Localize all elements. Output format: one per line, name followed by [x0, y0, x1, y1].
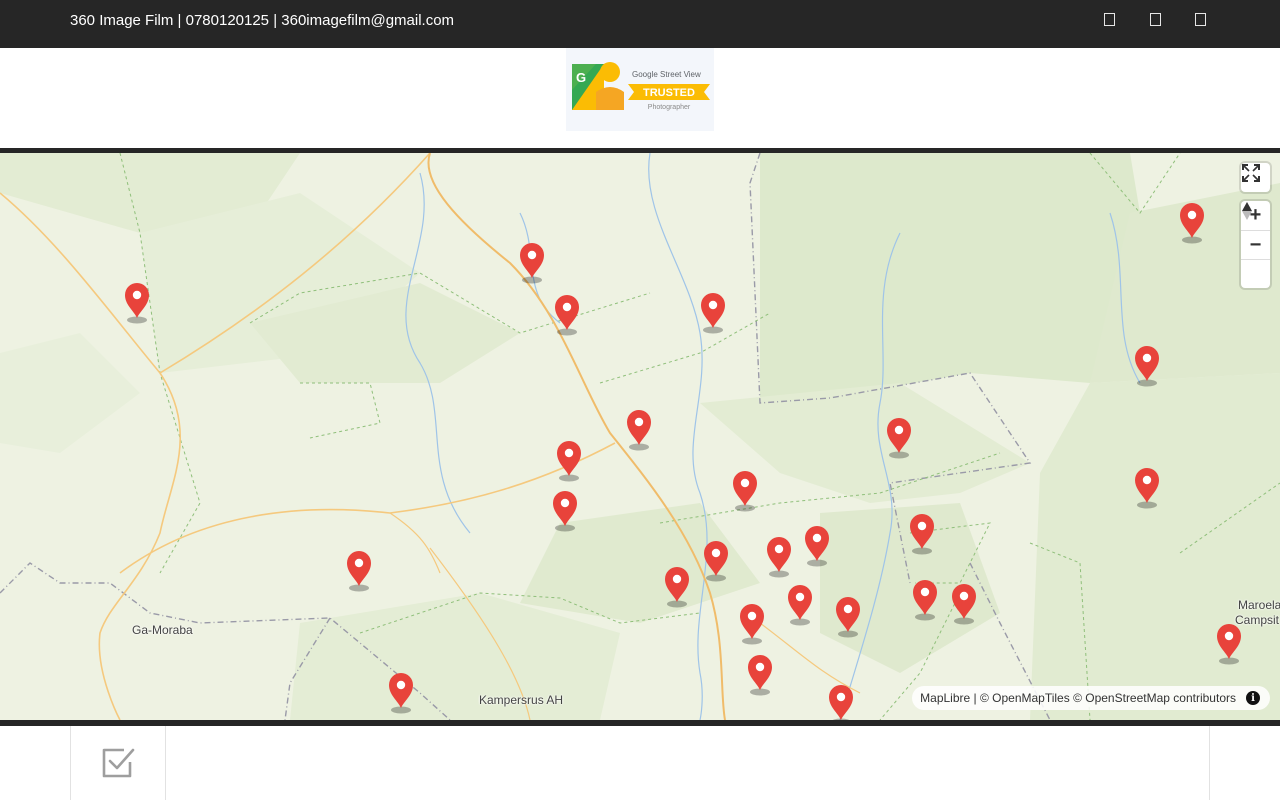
- social-icon-3[interactable]: [1195, 13, 1206, 26]
- contact-info: 360 Image Film | 0780120125 | 360imagefi…: [70, 12, 455, 29]
- map-marker-pin-icon[interactable]: [740, 604, 764, 645]
- badge-ribbon: TRUSTED: [643, 87, 695, 99]
- map-marker-pin-icon[interactable]: [347, 551, 371, 592]
- map-marker-pin-icon[interactable]: [767, 537, 791, 578]
- svg-text:G: G: [576, 70, 586, 85]
- minus-icon: −: [1249, 233, 1262, 256]
- map-attribution: MapLibre | © OpenMapTiles © OpenStreetMa…: [912, 686, 1270, 710]
- compass-icon: [1242, 202, 1252, 220]
- map-marker-pin-icon[interactable]: [125, 283, 149, 324]
- top-bar: 360 Image Film | 0780120125 | 360imagefi…: [0, 0, 1280, 48]
- map-marker-pin-icon[interactable]: [788, 585, 812, 626]
- place-label-maroela: Maroela: [1238, 598, 1280, 612]
- social-icon-2[interactable]: [1150, 13, 1161, 26]
- column-divider: [70, 726, 71, 800]
- map-canvas[interactable]: Ga-Moraba Kampersrus AH Maroela Campsit …: [0, 153, 1280, 720]
- checkbox-icon: [102, 748, 135, 778]
- street-view-logo-icon: G Google Street View TRUSTED Photographe…: [572, 62, 710, 111]
- badge-brand: Google Street View: [632, 70, 701, 79]
- logo-area: G Google Street View TRUSTED Photographe…: [0, 48, 1280, 148]
- fullscreen-control: [1241, 163, 1270, 192]
- map-marker-pin-icon[interactable]: [829, 685, 853, 720]
- navigation-control: + −: [1241, 201, 1270, 288]
- column-divider: [1209, 726, 1210, 800]
- place-label-campsite: Campsit: [1235, 613, 1280, 627]
- column-divider: [165, 726, 166, 800]
- badge-subtitle: Photographer: [648, 104, 691, 111]
- fullscreen-button[interactable]: [1241, 163, 1270, 192]
- content-strip: [0, 726, 1280, 800]
- map-frame: Ga-Moraba Kampersrus AH Maroela Campsit …: [0, 148, 1280, 726]
- info-icon[interactable]: i: [1246, 691, 1260, 705]
- map-marker-pin-icon[interactable]: [557, 441, 581, 482]
- zoom-out-button[interactable]: −: [1241, 230, 1270, 259]
- social-icon-1[interactable]: [1104, 13, 1115, 26]
- map-marker-pin-icon[interactable]: [733, 471, 757, 512]
- map-marker-pin-icon[interactable]: [748, 655, 772, 696]
- map-marker-pin-icon[interactable]: [701, 293, 725, 334]
- fullscreen-icon: [1242, 164, 1260, 182]
- place-label-ga-moraba: Ga-Moraba: [132, 623, 193, 637]
- map-marker-pin-icon[interactable]: [627, 410, 651, 451]
- reset-north-button[interactable]: [1241, 202, 1270, 288]
- trusted-photographer-badge[interactable]: G Google Street View TRUSTED Photographe…: [566, 48, 714, 131]
- place-label-kampersrus: Kampersrus AH: [479, 693, 564, 707]
- attribution-text[interactable]: MapLibre | © OpenMapTiles © OpenStreetMa…: [920, 691, 1236, 705]
